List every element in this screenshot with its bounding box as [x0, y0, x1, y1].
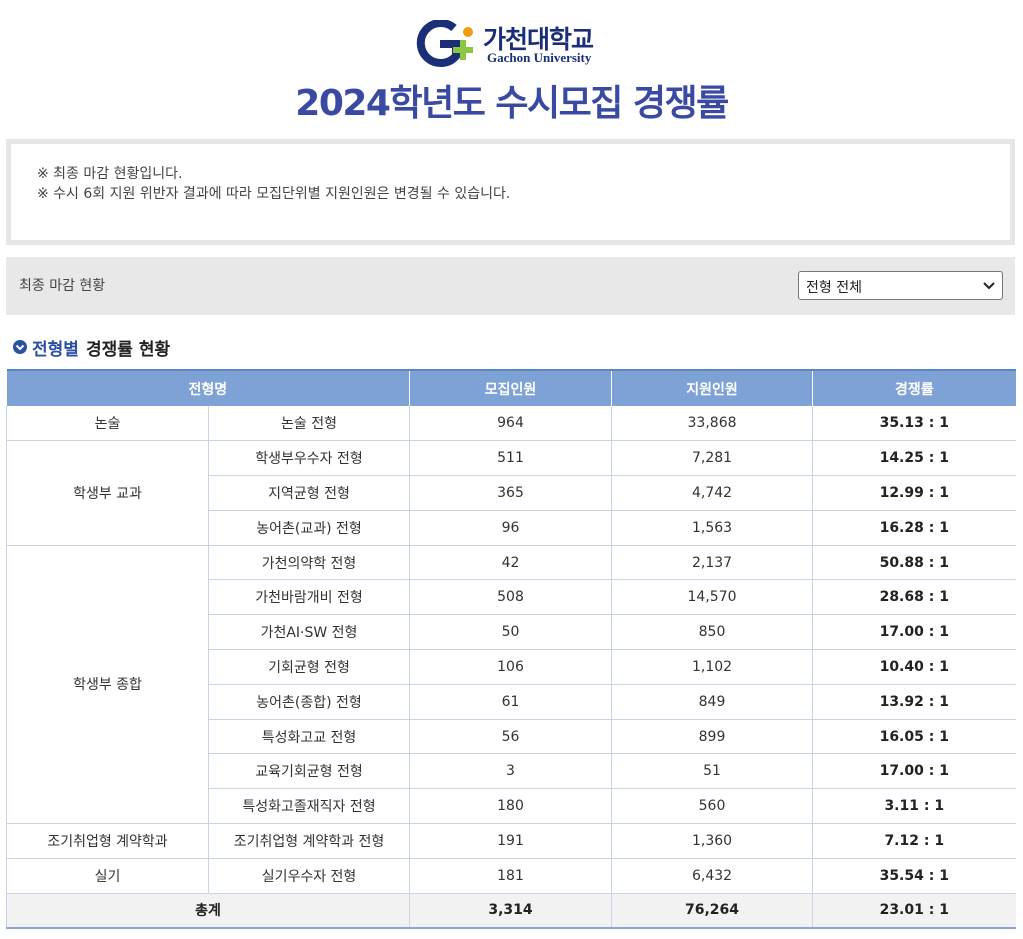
rate-cell: 28.68 : 1: [812, 579, 1016, 616]
total-label: 총계: [5, 893, 410, 928]
applicants-cell: 6,432: [611, 858, 813, 894]
quota-cell: 61: [409, 684, 612, 720]
quota-cell: 365: [409, 475, 612, 511]
applicants-cell: 14,570: [611, 579, 813, 616]
notice-content: ※ 최종 마감 현황입니다. ※ 수시 6회 지원 위반자 결과에 따라 모집단…: [11, 144, 1010, 240]
rate-cell: 16.28 : 1: [812, 510, 1016, 546]
type-cell: 기회균형 전형: [207, 649, 410, 685]
notice-box: ※ 최종 마감 현황입니다. ※ 수시 6회 지원 위반자 결과에 따라 모집단…: [6, 139, 1015, 245]
applicants-cell: 7,281: [611, 440, 813, 477]
rate-cell: 35.13 : 1: [812, 406, 1016, 442]
quota-cell: 96: [409, 510, 612, 546]
applicants-cell: 1,360: [611, 823, 813, 859]
type-cell: 특성화고교 전형: [207, 719, 410, 755]
type-cell: 지역균형 전형: [207, 475, 410, 511]
quota-cell: 56: [409, 719, 612, 755]
competition-rate-table: 전형명 모집인원 지원인원 경쟁률 논술 논술 전형 964 33,868 35…: [5, 369, 1016, 929]
table-row: 학생부 종합 가천의약학 전형 42 2,137 50.88 : 1: [6, 545, 1016, 825]
category-cell: 학생부 종합: [6, 545, 209, 825]
rate-cell: 12.99 : 1: [812, 475, 1016, 511]
applicants-cell: 51: [611, 753, 813, 790]
logo-english-text: Gachon University: [487, 50, 592, 65]
type-cell: 가천바람개비 전형: [207, 579, 410, 616]
section-heading-highlight: 전형별: [32, 340, 79, 360]
applicants-cell: 850: [611, 614, 813, 651]
rate-cell: 13.92 : 1: [812, 684, 1016, 720]
rate-cell: 7.12 : 1: [812, 823, 1016, 859]
category-cell: 조기취업형 계약학과: [6, 823, 209, 859]
type-cell: 가천AI·SW 전형: [207, 614, 410, 651]
rate-cell: 16.05 : 1: [812, 719, 1016, 755]
filter-bar: 최종 마감 현황 전형 전체: [6, 257, 1015, 315]
rate-cell: 14.25 : 1: [812, 440, 1016, 477]
applicants-cell: 4,742: [611, 475, 813, 511]
applicants-cell: 1,563: [611, 510, 813, 546]
table-row: 학생부 교과 학생부우수자 전형 511 7,281 14.25 : 1: [6, 440, 1016, 546]
table-row: 실기 실기우수자 전형 181 6,432 35.54 : 1: [6, 858, 1016, 894]
category-cell: 논술: [6, 406, 209, 442]
quota-cell: 50: [409, 614, 612, 651]
quota-cell: 508: [409, 579, 612, 616]
type-cell: 농어촌(교과) 전형: [207, 510, 410, 546]
applicants-cell: 33,868: [611, 406, 813, 442]
select-value: 전형 전체: [806, 280, 862, 296]
applicants-cell: 2,137: [611, 545, 813, 581]
rate-cell: 17.00 : 1: [812, 614, 1016, 651]
table-header-row: 전형명 모집인원 지원인원 경쟁률: [6, 369, 1016, 406]
notice-line: ※ 최종 마감 현황입니다.: [37, 166, 183, 182]
filter-label: 최종 마감 현황: [19, 278, 106, 294]
university-logo[interactable]: 가천대학교 Gachon University: [416, 20, 616, 68]
total-quota: 3,314: [409, 893, 612, 928]
circle-chevron-icon: [13, 340, 27, 354]
total-applicants: 76,264: [611, 893, 813, 928]
quota-cell: 42: [409, 545, 612, 581]
type-cell: 교육기회균형 전형: [207, 753, 410, 790]
total-rate: 23.01 : 1: [812, 893, 1016, 928]
quota-cell: 106: [409, 649, 612, 685]
category-cell: 학생부 교과: [6, 440, 209, 546]
header-applicants: 지원인원: [611, 369, 813, 406]
quota-cell: 181: [409, 858, 612, 894]
admission-type-select[interactable]: 전형 전체: [798, 271, 1003, 300]
table-row: 조기취업형 계약학과 조기취업형 계약학과 전형 191 1,360 7.12 …: [6, 823, 1016, 859]
quota-cell: 191: [409, 823, 612, 859]
table-row: 논술 논술 전형 964 33,868 35.13 : 1: [6, 406, 1016, 442]
header-quota: 모집인원: [409, 369, 612, 406]
quota-cell: 964: [409, 406, 612, 442]
type-cell: 학생부우수자 전형: [207, 440, 410, 477]
rate-cell: 17.00 : 1: [812, 753, 1016, 790]
applicants-cell: 1,102: [611, 649, 813, 685]
quota-cell: 511: [409, 440, 612, 477]
type-cell: 농어촌(종합) 전형: [207, 684, 410, 720]
page-title: 2024학년도 수시모집 경쟁률: [295, 83, 729, 124]
quota-cell: 3: [409, 753, 612, 790]
rate-cell: 3.11 : 1: [812, 788, 1016, 825]
rate-cell: 50.88 : 1: [812, 545, 1016, 581]
quota-cell: 180: [409, 788, 612, 825]
applicants-cell: 560: [611, 788, 813, 825]
total-row: 총계 3,314 76,264 23.01 : 1: [5, 893, 1016, 928]
rate-cell: 35.54 : 1: [812, 858, 1016, 894]
notice-line: ※ 수시 6회 지원 위반자 결과에 따라 모집단위별 지원인원은 변경될 수 …: [37, 186, 511, 202]
section-heading-title: 경쟁률 현황: [86, 340, 171, 360]
header-rate: 경쟁률: [812, 369, 1016, 406]
rate-cell: 10.40 : 1: [812, 649, 1016, 685]
applicants-cell: 899: [611, 719, 813, 755]
gachon-logo-icon: [416, 20, 473, 67]
applicants-cell: 849: [611, 684, 813, 720]
type-cell: 가천의약학 전형: [207, 545, 410, 581]
header-admission-type: 전형명: [6, 369, 410, 406]
chevron-down-icon: [983, 282, 995, 290]
type-cell: 논술 전형: [207, 406, 410, 442]
type-cell: 실기우수자 전형: [207, 858, 410, 894]
category-cell: 실기: [6, 858, 209, 894]
type-cell: 특성화고졸재직자 전형: [207, 788, 410, 825]
type-cell: 조기취업형 계약학과 전형: [207, 823, 410, 859]
